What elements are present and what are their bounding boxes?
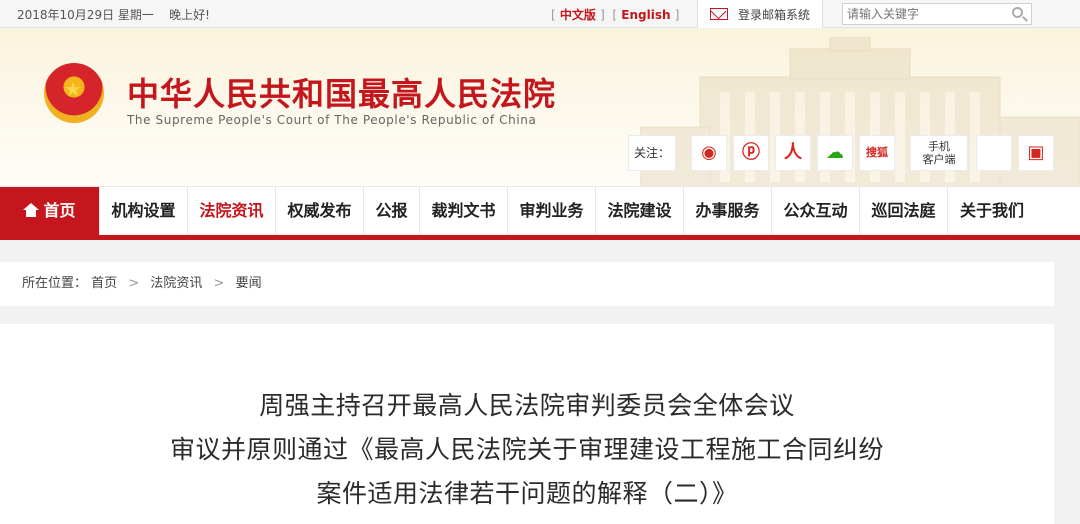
search-box bbox=[842, 3, 1032, 25]
nav-item-organization[interactable]: 机构设置 bbox=[100, 187, 188, 235]
nav-item-services[interactable]: 办事服务 bbox=[684, 187, 772, 235]
nav-label-home: 首页 bbox=[43, 201, 76, 220]
search-icon[interactable] bbox=[1012, 7, 1023, 18]
nav-item-gazette[interactable]: 公报 bbox=[364, 187, 420, 235]
breadcrumb-label: 所在位置： bbox=[22, 276, 88, 291]
chevron-right-icon: > bbox=[128, 276, 140, 291]
chevron-right-icon: > bbox=[213, 276, 225, 291]
people-icon[interactable]: 人 bbox=[775, 135, 811, 171]
breadcrumb-court-news[interactable]: 法院资讯 bbox=[150, 276, 202, 291]
article-title-line3: 案件适用法律若干问题的解释（二）》 bbox=[316, 479, 738, 508]
follow-label: 关注： bbox=[628, 135, 676, 171]
mail-login-button[interactable]: 登录邮箱系统 bbox=[697, 0, 823, 28]
nav-item-circuit-courts[interactable]: 巡回法庭 bbox=[860, 187, 948, 235]
sohu-icon[interactable]: 搜狐 bbox=[859, 135, 895, 171]
android-icon[interactable]: ▣ bbox=[1018, 135, 1054, 171]
nav-item-about-us[interactable]: 关于我们 bbox=[948, 187, 1036, 235]
mobile-label-line1: 手机 bbox=[928, 140, 950, 153]
article-panel: 周强主持召开最高人民法院审判委员会全体会议 审议并原则通过《最高人民法院关于审理… bbox=[0, 324, 1054, 524]
date-text: 2018年10月29日 星期一 bbox=[17, 8, 154, 22]
breadcrumb: 所在位置： 首页 > 法院资讯 > 要闻 bbox=[0, 262, 1054, 306]
greeting-text: 晚上好! bbox=[169, 8, 210, 22]
lang-english-link[interactable]: English bbox=[621, 8, 670, 22]
weibo-icon[interactable]: ◉ bbox=[691, 135, 727, 171]
home-icon bbox=[23, 203, 40, 217]
site-subtitle: The Supreme People's Court of The People… bbox=[127, 113, 537, 127]
mail-icon bbox=[710, 8, 728, 20]
breadcrumb-headlines[interactable]: 要闻 bbox=[236, 276, 262, 291]
lang-chinese-link[interactable]: 中文版 bbox=[560, 8, 596, 22]
date-greeting: 2018年10月29日 星期一 晚上好! bbox=[17, 6, 210, 23]
top-bar: 2018年10月29日 星期一 晚上好! [ 中文版 ] [ English ]… bbox=[0, 0, 1080, 28]
tencent-weibo-icon[interactable]: ⓟ bbox=[733, 135, 769, 171]
nav-item-trial-business[interactable]: 审判业务 bbox=[508, 187, 596, 235]
mail-login-label: 登录邮箱系统 bbox=[738, 8, 811, 22]
nav-item-judgments[interactable]: 裁判文书 bbox=[420, 187, 508, 235]
nav-item-court-building[interactable]: 法院建设 bbox=[596, 187, 684, 235]
nav-item-home[interactable]: 首页 bbox=[0, 187, 100, 235]
site-title[interactable]: 中华人民共和国最高人民法院 bbox=[127, 69, 556, 115]
nav-item-court-news[interactable]: 法院资讯 bbox=[188, 187, 276, 235]
article-title-line2: 审议并原则通过《最高人民法院关于审理建设工程施工合同纠纷 bbox=[169, 435, 884, 464]
nav-item-releases[interactable]: 权威发布 bbox=[276, 187, 364, 235]
national-emblem-logo[interactable] bbox=[44, 63, 104, 123]
mobile-label-line2: 客户端 bbox=[922, 153, 956, 166]
article-title-line1: 周强主持召开最高人民法院审判委员会全体会议 bbox=[259, 391, 795, 420]
language-switch: [ 中文版 ] [ English ] bbox=[551, 8, 680, 22]
wechat-icon[interactable]: ☁ bbox=[817, 135, 853, 171]
main-nav: 首页 机构设置 法院资讯 权威发布 公报 裁判文书 审判业务 法院建设 办事服务… bbox=[0, 186, 1080, 240]
mobile-client-button[interactable]: 手机 客户端 bbox=[910, 135, 968, 171]
nav-item-public-interaction[interactable]: 公众互动 bbox=[772, 187, 860, 235]
breadcrumb-home[interactable]: 首页 bbox=[91, 276, 117, 291]
search-input[interactable] bbox=[843, 4, 1003, 24]
apple-icon[interactable] bbox=[976, 135, 1012, 171]
site-header: 中华人民共和国最高人民法院 The Supreme People's Court… bbox=[0, 29, 1080, 186]
